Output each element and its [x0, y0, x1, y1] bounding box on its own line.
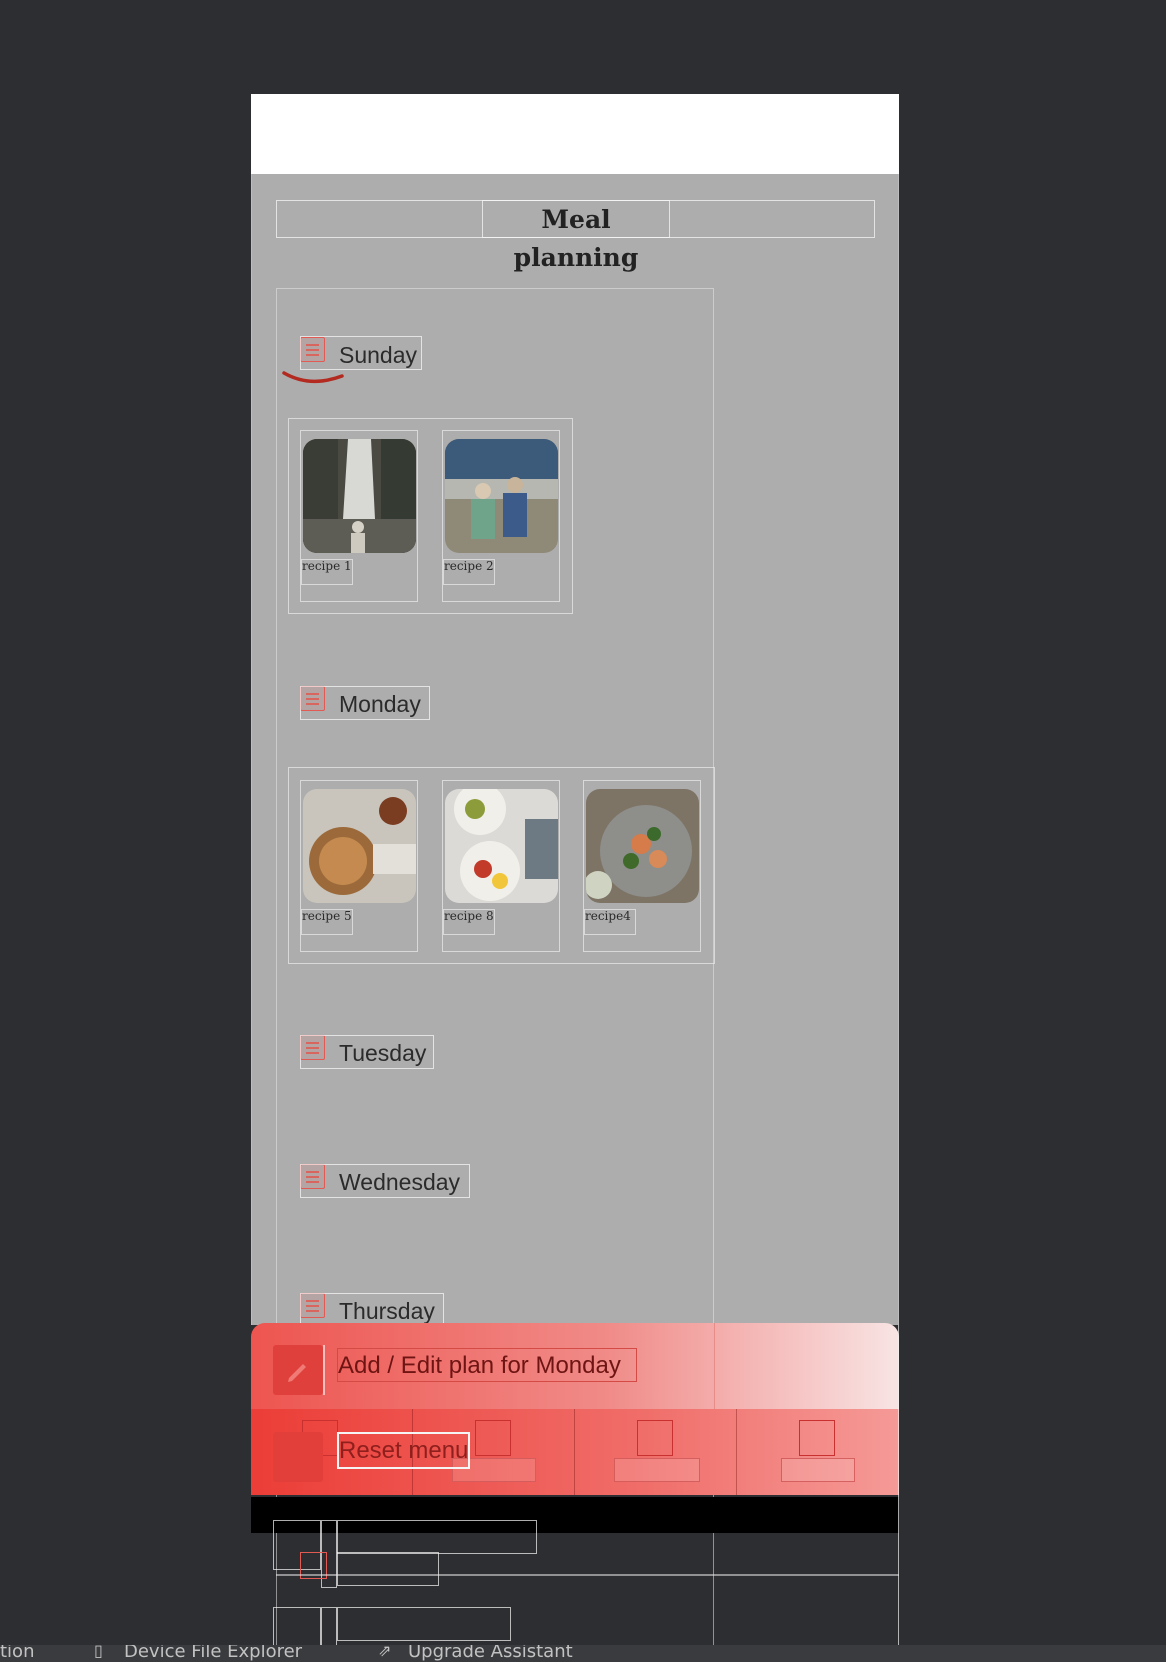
bar-divider [574, 1409, 575, 1495]
recipe-thumbnail [303, 439, 416, 553]
page-title: Meal planning [482, 200, 670, 272]
edit-divider [323, 1345, 325, 1395]
recipe-name-box [443, 909, 495, 935]
tab-label [614, 1458, 700, 1482]
annotation-stroke [282, 371, 344, 383]
tab-icon[interactable] [799, 1420, 835, 1456]
day-label-wednesday: Wednesday [339, 1169, 461, 1195]
day-label-monday: Monday [339, 691, 421, 717]
bar-divider [736, 1409, 737, 1495]
tab-icon[interactable] [475, 1420, 511, 1456]
status-item[interactable]: Upgrade Assistant [408, 1645, 573, 1662]
recipe-thumbnail [445, 439, 558, 553]
overlay-outline [337, 1552, 439, 1586]
panel-edge [714, 1323, 715, 1409]
day-label-tuesday: Tuesday [339, 1040, 427, 1066]
overlay-outline [273, 1607, 321, 1647]
recipe-name-box [584, 909, 636, 935]
recipe-card[interactable]: recipe 2 [442, 430, 560, 602]
recipe-card[interactable]: recipe 8 [442, 780, 560, 952]
reset-menu-button[interactable]: Reset menu [337, 1432, 470, 1469]
day-label-sunday: Sunday [339, 342, 418, 368]
overlay-outline [337, 1520, 537, 1554]
recipe-name-box [443, 559, 495, 585]
recipe-card[interactable]: recipe4 [583, 780, 701, 952]
recipe-thumbnail [586, 789, 699, 903]
recipe-thumbnail [445, 789, 558, 903]
upgrade-icon: ⇗ [378, 1645, 392, 1660]
edit-fab[interactable] [273, 1345, 323, 1395]
pencil-icon [288, 1364, 306, 1382]
tab-icon[interactable] [637, 1420, 673, 1456]
overlay-outline [321, 1607, 337, 1647]
recipe-name-box [301, 909, 353, 935]
overlay-outline [898, 1325, 899, 1645]
reset-fab[interactable] [273, 1432, 323, 1482]
device-status-area [251, 94, 899, 174]
status-item[interactable]: Device File Explorer [124, 1645, 302, 1662]
overlay-outline [337, 1607, 511, 1641]
status-item[interactable]: tion [0, 1645, 34, 1662]
recipe-card[interactable]: recipe 5 [300, 780, 418, 952]
edit-plan-label[interactable]: Add / Edit plan for Monday [337, 1348, 637, 1382]
tab-label [781, 1458, 855, 1482]
recipe-thumbnail [303, 789, 416, 903]
recipe-card[interactable]: recipe 1 [300, 430, 418, 602]
overlay-outline [276, 1574, 899, 1576]
device-icon: ▯ [94, 1645, 103, 1660]
ide-status-bar: tion ▯ Device File Explorer ⇗ Upgrade As… [0, 1645, 1166, 1662]
recipe-name-box [301, 559, 353, 585]
